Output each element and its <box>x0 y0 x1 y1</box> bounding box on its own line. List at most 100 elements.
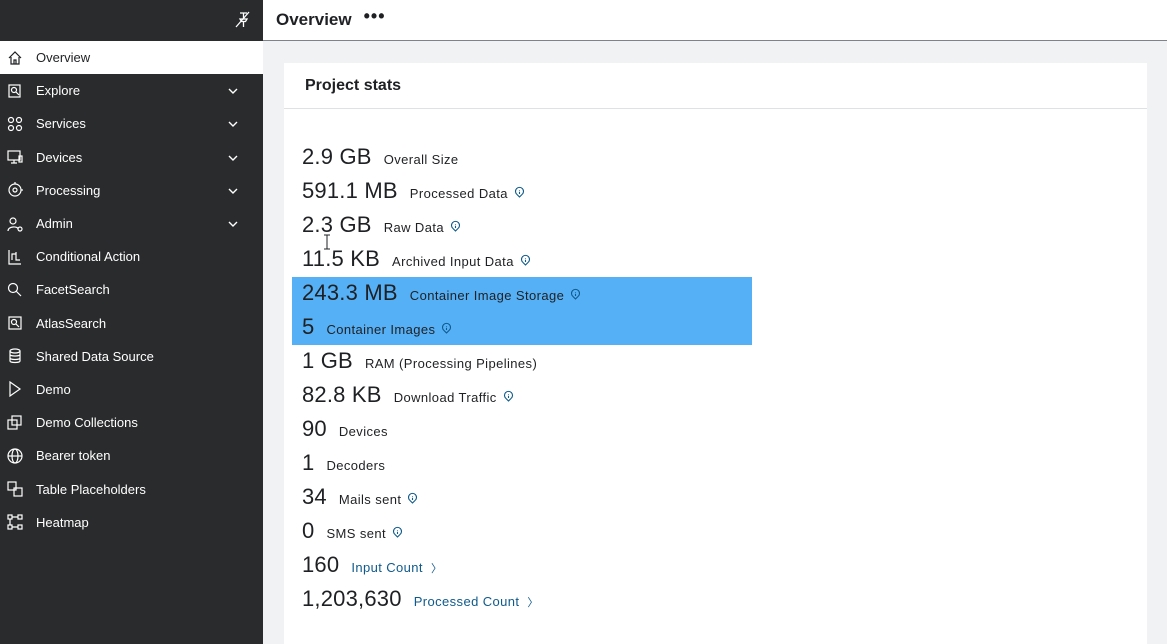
stat-label: SMS sent <box>326 526 386 541</box>
info-icon[interactable] <box>570 288 581 300</box>
heatmap-icon <box>6 513 24 531</box>
stat-label: Overall Size <box>383 152 459 167</box>
stat-label: RAM (Processing Pipelines) <box>364 356 538 371</box>
stat-value: 5 <box>302 314 315 339</box>
info-icon[interactable] <box>441 322 452 334</box>
info-icon[interactable] <box>514 186 525 198</box>
sidebar-item-label: Demo Collections <box>36 415 138 431</box>
unpin-icon[interactable] <box>233 11 251 29</box>
stat-label: Container Image Storage <box>409 288 565 303</box>
chevron-down-icon[interactable] <box>226 117 240 131</box>
stat-value: 160 <box>302 552 340 577</box>
stat-link[interactable]: Processed Count <box>414 594 520 609</box>
devices-icon <box>6 148 24 166</box>
stat-value: 2.3 GB <box>302 212 372 237</box>
services-icon <box>6 115 24 133</box>
sidebar-item-label: Admin <box>36 216 73 232</box>
stat-row-devices: 90 Devices <box>292 413 752 447</box>
sidebar-item-label: Processing <box>36 182 101 198</box>
info-icon[interactable] <box>520 254 531 266</box>
sidebar-item-label: Table Placeholders <box>36 481 146 497</box>
sidebar-item-demo[interactable]: Demo <box>0 373 263 406</box>
chevron-down-icon[interactable] <box>226 184 240 198</box>
globe-icon <box>6 447 24 465</box>
sidebar-item-label: Bearer token <box>36 448 111 464</box>
stat-value: 591.1 MB <box>302 178 398 203</box>
chevron-right-icon[interactable]: 〉 <box>431 560 442 576</box>
sidebar-item-bearer-token[interactable]: Bearer token <box>0 439 263 472</box>
home-icon <box>6 49 24 67</box>
sidebar-item-devices[interactable]: Devices <box>0 141 263 174</box>
sidebar: Overview Explore Services Devices Processing… <box>0 0 263 644</box>
sidebar-item-label: Services <box>36 116 86 132</box>
sidebar-item-facetsearch[interactable]: FacetSearch <box>0 273 263 306</box>
sidebar-item-processing[interactable]: Processing <box>0 174 263 207</box>
sidebar-item-table-placeholders[interactable]: Table Placeholders <box>0 472 263 505</box>
sidebar-item-conditional-action[interactable]: Conditional Action <box>0 240 263 273</box>
stat-row-ram-processing-pipelines: 1 GB RAM (Processing Pipelines) <box>292 345 752 379</box>
info-icon[interactable] <box>392 526 403 538</box>
collections-icon <box>6 414 24 432</box>
stat-label: Archived Input Data <box>392 254 514 269</box>
page-header: Overview ••• <box>263 0 1167 41</box>
stat-label: Processed Data <box>409 186 508 201</box>
sidebar-item-label: Shared Data Source <box>36 348 154 364</box>
sidebar-item-overview[interactable]: Overview <box>0 41 263 75</box>
info-icon[interactable] <box>450 220 461 232</box>
stat-row-container-image-storage: 243.3 MB Container Image Storage <box>292 277 752 311</box>
stat-row-sms-sent: 0 SMS sent <box>292 515 752 549</box>
chevron-right-icon[interactable]: 〉 <box>527 594 538 610</box>
sidebar-item-label: Heatmap <box>36 514 89 530</box>
stats-list: 2.9 GB Overall Size 591.1 MB Processed Data… <box>292 141 752 617</box>
processing-icon <box>6 181 24 199</box>
play-icon <box>6 380 24 398</box>
stat-row-raw-data: 2.3 GB Raw Data <box>292 209 752 243</box>
stat-row-mails-sent: 34 Mails sent <box>292 481 752 515</box>
stat-value: 1 <box>302 450 315 475</box>
sidebar-item-atlassearch[interactable]: AtlasSearch <box>0 307 263 340</box>
stat-value: 243.3 MB <box>302 280 398 305</box>
info-icon[interactable] <box>503 390 514 402</box>
stat-row-input-count[interactable]: 160 Input Count 〉 <box>292 549 752 583</box>
sidebar-item-admin[interactable]: Admin <box>0 207 263 240</box>
stat-label: Decoders <box>326 458 386 473</box>
card-title: Project stats <box>305 76 402 94</box>
stat-value: 0 <box>302 518 315 543</box>
database-icon <box>6 347 24 365</box>
chevron-down-icon[interactable] <box>226 151 240 165</box>
stat-value: 2.9 GB <box>302 144 372 169</box>
info-icon[interactable] <box>407 492 418 504</box>
stat-row-container-images: 5 Container Images <box>292 311 752 345</box>
stat-row-archived-input-data: 11.5 KB Archived Input Data <box>292 243 752 277</box>
stat-row-processed-count[interactable]: 1,203,630 Processed Count 〉 <box>292 583 752 617</box>
stat-label: Raw Data <box>383 220 444 235</box>
card-header: Project stats <box>284 63 1147 109</box>
sidebar-item-demo-collections[interactable]: Demo Collections <box>0 406 263 439</box>
chevron-down-icon[interactable] <box>226 84 240 98</box>
text-cursor-icon <box>324 234 330 250</box>
sidebar-item-heatmap[interactable]: Heatmap <box>0 506 263 539</box>
stat-value: 90 <box>302 416 327 441</box>
conditional-action-icon <box>6 248 24 266</box>
stat-value: 1 GB <box>302 348 353 373</box>
sidebar-item-shared-data-source[interactable]: Shared Data Source <box>0 340 263 373</box>
stat-label: Devices <box>338 424 388 439</box>
sidebar-item-label: FacetSearch <box>36 282 110 298</box>
stat-label: Container Images <box>326 322 436 337</box>
stat-label: Download Traffic <box>393 390 497 405</box>
stat-value: 34 <box>302 484 327 509</box>
sidebar-item-label: Conditional Action <box>36 249 141 265</box>
stat-link[interactable]: Input Count <box>351 560 423 575</box>
table-placeholder-icon <box>6 480 24 498</box>
sidebar-item-explore[interactable]: Explore <box>0 74 263 107</box>
more-options-button[interactable]: ••• <box>364 7 386 25</box>
explore-icon <box>6 82 24 100</box>
sidebar-item-label: Demo <box>36 381 71 397</box>
stat-row-decoders: 1 Decoders <box>292 447 752 481</box>
sidebar-top <box>0 0 263 41</box>
sidebar-item-label: Explore <box>36 83 81 99</box>
search-icon <box>6 281 24 299</box>
sidebar-item-services[interactable]: Services <box>0 107 263 140</box>
chevron-down-icon[interactable] <box>226 217 240 231</box>
stat-row-processed-data: 591.1 MB Processed Data <box>292 175 752 209</box>
